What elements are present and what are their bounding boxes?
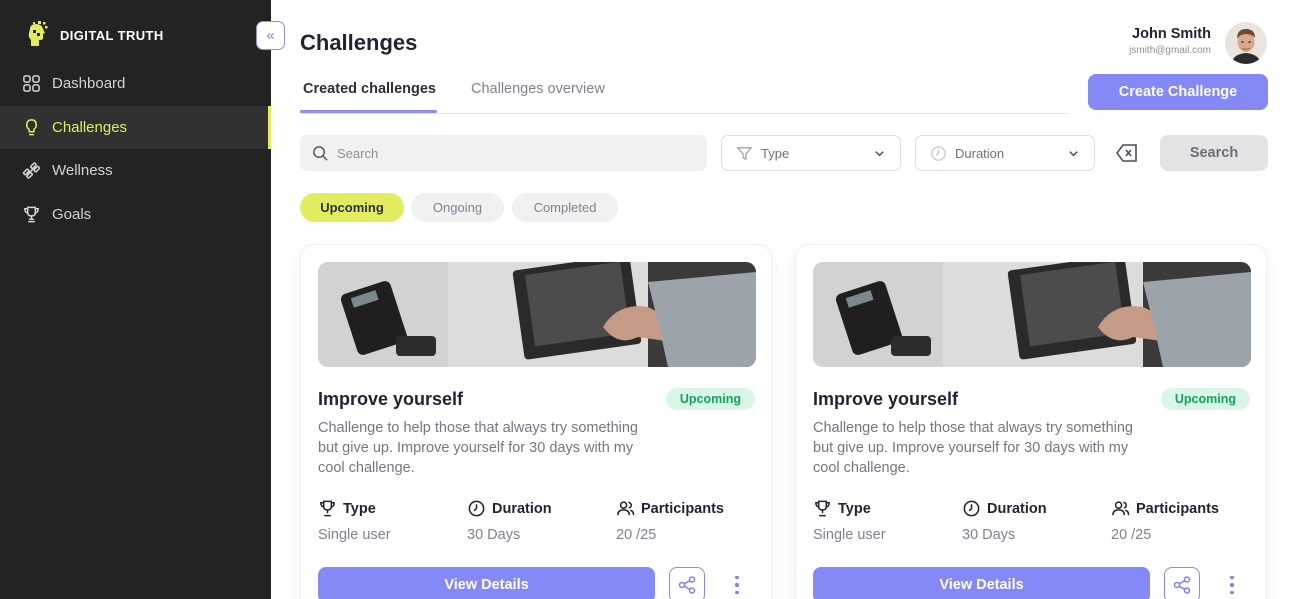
brand[interactable]: DIGITAL TRUTH bbox=[24, 20, 164, 50]
challenge-description: Challenge to help those that always try … bbox=[813, 420, 1133, 476]
tab-created-challenges[interactable]: Created challenges bbox=[303, 81, 436, 97]
share-button[interactable] bbox=[669, 567, 705, 599]
type-value: Single user bbox=[813, 527, 886, 543]
sidebar-item-goals[interactable]: Goals bbox=[0, 193, 271, 237]
duration-value: 30 Days bbox=[962, 527, 1016, 543]
grid-icon bbox=[23, 75, 40, 93]
duration-value: 30 Days bbox=[467, 527, 521, 543]
brand-logo-icon bbox=[28, 21, 48, 46]
search-button[interactable]: Search bbox=[1160, 135, 1268, 171]
type-value: Single user bbox=[318, 527, 391, 543]
challenge-tabs: Created challenges Challenges overview bbox=[300, 78, 1067, 114]
active-tab-indicator bbox=[300, 110, 437, 113]
users-icon bbox=[617, 501, 635, 516]
status-badge: Upcoming bbox=[1160, 388, 1250, 410]
trophy-icon bbox=[815, 500, 830, 517]
participants-value: 20 /25 bbox=[616, 527, 657, 543]
sidebar-item-wellness[interactable]: Wellness bbox=[0, 149, 271, 193]
clear-filters-button[interactable] bbox=[1115, 142, 1139, 164]
trophy-icon bbox=[320, 500, 335, 517]
challenge-image bbox=[813, 262, 1251, 367]
more-dots-icon bbox=[735, 575, 739, 580]
users-icon bbox=[1112, 501, 1130, 516]
duration-select[interactable]: Duration bbox=[915, 135, 1095, 171]
challenge-duration: Duration 30 Days bbox=[467, 499, 552, 544]
user-info[interactable]: John Smith jsmith@gmail.com bbox=[1129, 26, 1211, 56]
dumbbell-icon bbox=[22, 162, 41, 179]
challenge-card: Improve yourself Upcoming Challenge to h… bbox=[300, 244, 772, 599]
view-details-button[interactable]: View Details bbox=[813, 567, 1150, 599]
double-chevron-left-icon: « bbox=[266, 27, 275, 44]
type-label: Type bbox=[838, 500, 871, 517]
view-details-button[interactable]: View Details bbox=[318, 567, 655, 599]
challenge-duration: Duration 30 Days bbox=[962, 499, 1047, 544]
backspace-icon bbox=[1116, 144, 1137, 162]
challenge-description: Challenge to help those that always try … bbox=[318, 420, 638, 476]
sidebar-item-label: Challenges bbox=[52, 118, 128, 136]
more-options-button[interactable] bbox=[729, 570, 745, 599]
more-dots-icon bbox=[1230, 575, 1234, 580]
more-options-button[interactable] bbox=[1224, 570, 1240, 599]
challenge-title: Improve yourself bbox=[813, 389, 959, 409]
search-icon bbox=[313, 145, 328, 161]
challenge-card: Improve yourself Upcoming Challenge to h… bbox=[795, 244, 1267, 599]
type-label: Type bbox=[343, 500, 376, 517]
duration-select-label: Duration bbox=[955, 145, 1005, 161]
chevron-down-icon bbox=[875, 151, 884, 157]
sidebar-item-challenges[interactable]: Challenges bbox=[0, 105, 271, 149]
challenge-participants: Participants 20 /25 bbox=[616, 499, 724, 544]
chevron-down-icon bbox=[1069, 151, 1078, 157]
filter-ongoing[interactable]: Ongoing bbox=[411, 193, 504, 222]
sidebar-nav: Dashboard Challenges Wellness Goals bbox=[0, 62, 271, 236]
challenge-title: Improve yourself bbox=[318, 389, 464, 409]
brand-name: DIGITAL TRUTH bbox=[60, 27, 164, 43]
search-box bbox=[300, 135, 707, 171]
sidebar-item-label: Goals bbox=[52, 205, 92, 223]
bulb-icon bbox=[25, 118, 38, 136]
status-badge: Upcoming bbox=[665, 388, 755, 410]
type-select-label: Type bbox=[761, 145, 790, 161]
sidebar-item-label: Dashboard bbox=[52, 75, 126, 93]
avatar-image bbox=[1225, 22, 1267, 64]
challenge-image bbox=[318, 262, 756, 367]
tab-challenges-overview[interactable]: Challenges overview bbox=[471, 81, 605, 97]
challenge-type: Type Single user bbox=[318, 499, 391, 544]
challenge-participants: Participants 20 /25 bbox=[1111, 499, 1219, 544]
participants-label: Participants bbox=[1136, 500, 1219, 517]
filter-completed[interactable]: Completed bbox=[512, 193, 618, 222]
user-name: John Smith bbox=[1132, 26, 1211, 42]
search-input[interactable] bbox=[337, 145, 677, 161]
clock-icon bbox=[931, 145, 946, 161]
page-title: Challenges bbox=[300, 30, 418, 55]
collapse-sidebar-button[interactable]: « bbox=[256, 21, 285, 50]
sidebar-item-label: Wellness bbox=[52, 162, 113, 180]
user-email: jsmith@gmail.com bbox=[1129, 45, 1211, 56]
type-select[interactable]: Type bbox=[721, 135, 901, 171]
duration-label: Duration bbox=[987, 500, 1047, 517]
avatar[interactable] bbox=[1225, 22, 1267, 64]
participants-value: 20 /25 bbox=[1111, 527, 1152, 543]
challenge-type: Type Single user bbox=[813, 499, 886, 544]
clock-icon bbox=[468, 500, 485, 517]
sidebar: DIGITAL TRUTH Dashboard Challenges Welln… bbox=[0, 0, 271, 599]
filter-upcoming[interactable]: Upcoming bbox=[300, 193, 404, 222]
filter-icon bbox=[736, 146, 753, 160]
clock-icon bbox=[963, 500, 980, 517]
share-icon bbox=[1173, 576, 1191, 594]
duration-label: Duration bbox=[492, 500, 552, 517]
share-icon bbox=[678, 576, 696, 594]
sidebar-item-dashboard[interactable]: Dashboard bbox=[0, 62, 271, 106]
trophy-icon bbox=[24, 206, 39, 223]
create-challenge-button[interactable]: Create Challenge bbox=[1088, 74, 1268, 110]
share-button[interactable] bbox=[1164, 567, 1200, 599]
participants-label: Participants bbox=[641, 500, 724, 517]
